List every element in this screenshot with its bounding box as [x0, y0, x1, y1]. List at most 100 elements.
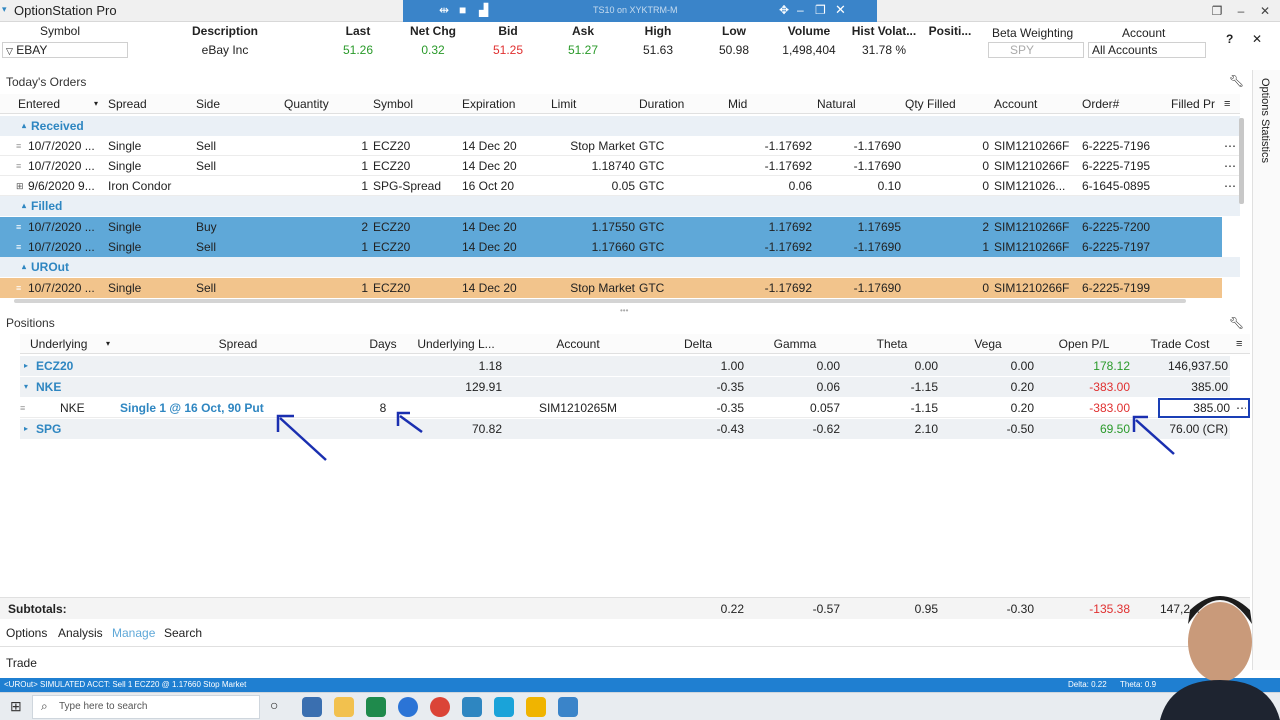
side-tab-options-statistics[interactable]: Options Statistics: [1259, 78, 1271, 163]
splitter-handle[interactable]: •••: [620, 306, 628, 315]
browser-icon[interactable]: [398, 697, 418, 717]
table-row[interactable]: ≡ 10/7/2020 ... Single Sell 1 ECZ20 14 D…: [0, 237, 1222, 257]
cell-delta: -0.35: [716, 401, 744, 415]
taskbar-search[interactable]: ⌕ Type here to search: [32, 695, 260, 719]
tab-analysis[interactable]: Analysis: [58, 626, 103, 640]
positions-settings-icon[interactable]: 🔧︎: [1229, 316, 1244, 330]
positions-col-underlying-last[interactable]: Underlying L...: [406, 334, 506, 354]
positions-col-open-pl[interactable]: Open P/L: [1036, 334, 1132, 354]
app-menu-icon[interactable]: ▾: [2, 4, 7, 15]
positions-col-account[interactable]: Account: [506, 334, 650, 354]
minimize-icon[interactable]: –: [797, 3, 804, 17]
positions-col-theta[interactable]: Theta: [844, 334, 940, 354]
expand-icon[interactable]: ▸: [24, 419, 32, 439]
positions-col-gamma[interactable]: Gamma: [746, 334, 844, 354]
symbol-dropdown-icon[interactable]: ▽: [6, 46, 13, 56]
position-row-ecz20[interactable]: ▸ ECZ20 1.18 1.00 0.00 0.00 0.00 178.12 …: [20, 356, 1230, 376]
window-minimize-icon[interactable]: –: [1232, 2, 1250, 20]
table-row[interactable]: ≡ 10/7/2020 ... Single Sell 1 ECZ20 14 D…: [0, 136, 1240, 156]
cell-underlying-last: 129.91: [465, 380, 502, 394]
restore-icon[interactable]: ❐: [815, 3, 826, 17]
group-received[interactable]: ▴ Received: [0, 116, 1240, 136]
table-row[interactable]: ≡ 10/7/2020 ... Single Sell 1 ECZ20 14 D…: [0, 156, 1240, 176]
symbol-input[interactable]: ▽ EBAY: [2, 42, 128, 58]
table-row[interactable]: ⊞ 9/6/2020 9... Iron Condor 1 SPG-Spread…: [0, 176, 1240, 196]
windows-start-icon[interactable]: ⊞: [10, 698, 22, 715]
orders-col-order[interactable]: Order#: [1082, 94, 1162, 114]
row-more-icon[interactable]: ⋯: [1224, 156, 1236, 176]
positions-col-delta[interactable]: Delta: [650, 334, 746, 354]
close-panel-icon[interactable]: ✕: [1252, 32, 1262, 46]
positions-col-days[interactable]: Days: [360, 334, 406, 354]
account-select[interactable]: All Accounts: [1088, 42, 1206, 58]
orders-col-side[interactable]: Side: [196, 94, 276, 114]
lock-icon[interactable]: ■: [459, 3, 466, 17]
positions-col-spread[interactable]: Spread: [116, 334, 360, 354]
tab-manage[interactable]: Manage: [112, 626, 155, 640]
orders-col-entered[interactable]: Entered: [18, 94, 88, 114]
position-leg-row[interactable]: ≡ NKE Single 1 @ 16 Oct, 90 Put 8 SIM121…: [20, 398, 1250, 418]
row-more-icon[interactable]: ⋯: [1236, 398, 1246, 418]
trade-label[interactable]: Trade: [6, 656, 37, 670]
orders-grid: Entered ▾ Spread Side Quantity Symbol Ex…: [0, 94, 1240, 304]
chrome-icon[interactable]: [430, 697, 450, 717]
subtotals-label: Subtotals:: [8, 602, 67, 616]
orders-col-symbol[interactable]: Symbol: [373, 94, 453, 114]
orders-col-duration[interactable]: Duration: [639, 94, 719, 114]
orders-col-qty-filled[interactable]: Qty Filled: [905, 94, 985, 114]
file-explorer-icon[interactable]: [334, 697, 354, 717]
optionstation-icon[interactable]: [558, 697, 578, 717]
group-filled[interactable]: ▴ Filled: [0, 196, 1240, 216]
orders-col-limit[interactable]: Limit: [551, 94, 631, 114]
sort-icon[interactable]: ▾: [106, 334, 116, 354]
cell-gamma: 0.057: [809, 401, 840, 415]
window-close-icon[interactable]: ✕: [1256, 2, 1274, 20]
quote-panel: Symbol Description Last Net Chg Bid Ask …: [0, 22, 1280, 66]
row-expand-icon[interactable]: ⊞: [16, 176, 24, 196]
link-icon[interactable]: ⇹: [439, 3, 449, 17]
signal-icon[interactable]: ▟: [479, 3, 488, 17]
tradestation-icon[interactable]: [462, 697, 482, 717]
store-icon[interactable]: [366, 697, 386, 717]
pin-icon[interactable]: ✥: [779, 3, 789, 17]
orders-col-spread[interactable]: Spread: [108, 94, 188, 114]
orders-col-quantity[interactable]: Quantity: [284, 94, 364, 114]
positions-col-trade-cost[interactable]: Trade Cost: [1132, 334, 1228, 354]
row-more-icon[interactable]: ⋯: [1224, 176, 1236, 196]
edge-icon[interactable]: [302, 697, 322, 717]
app-icon[interactable]: [526, 697, 546, 717]
row-more-icon[interactable]: ⋯: [1224, 136, 1236, 156]
sort-icon[interactable]: ▾: [94, 94, 104, 114]
position-row-spg[interactable]: ▸ SPG 70.82 -0.43 -0.62 2.10 -0.50 69.50…: [20, 419, 1230, 439]
close-icon[interactable]: ✕: [835, 2, 846, 18]
group-urout[interactable]: ▴ UROut: [0, 257, 1240, 277]
quote-header-netchg: Net Chg: [410, 24, 456, 38]
tab-search[interactable]: Search: [164, 626, 202, 640]
table-row[interactable]: ≡ 10/7/2020 ... Single Sell 1 ECZ20 14 D…: [0, 278, 1222, 298]
orders-col-account[interactable]: Account: [994, 94, 1074, 114]
orders-settings-icon[interactable]: 🔧︎: [1229, 74, 1244, 88]
orders-col-expiration[interactable]: Expiration: [462, 94, 542, 114]
cell-open-pl: -383.00: [1089, 380, 1130, 394]
orders-col-filled-price[interactable]: Filled Pr: [1171, 94, 1221, 114]
task-view-icon[interactable]: ○: [270, 697, 278, 713]
positions-grid: Underlying ▾ Spread Days Underlying L...…: [0, 334, 1250, 442]
tradestation-app-icon[interactable]: [494, 697, 514, 717]
table-row[interactable]: ≡ 10/7/2020 ... Single Buy 2 ECZ20 14 De…: [0, 217, 1222, 237]
collapse-icon[interactable]: ▾: [24, 377, 32, 397]
column-chooser-icon[interactable]: ≡: [1236, 334, 1248, 354]
help-icon[interactable]: ?: [1226, 32, 1233, 46]
position-row-nke[interactable]: ▾ NKE 129.91 -0.35 0.06 -1.15 0.20 -383.…: [20, 377, 1230, 397]
beta-weighting-input[interactable]: SPY: [988, 42, 1084, 58]
column-chooser-icon[interactable]: ≡: [1224, 94, 1236, 114]
orders-v-scrollbar[interactable]: [1239, 118, 1244, 204]
orders-col-natural[interactable]: Natural: [817, 94, 897, 114]
orders-h-scrollbar[interactable]: [14, 299, 1186, 303]
window-restore-icon[interactable]: ❐: [1208, 2, 1226, 20]
positions-col-vega[interactable]: Vega: [940, 334, 1036, 354]
orders-col-mid[interactable]: Mid: [728, 94, 808, 114]
cell-expiration: 14 Dec 20: [462, 220, 517, 234]
tab-options[interactable]: Options: [6, 626, 47, 640]
positions-col-underlying[interactable]: Underlying: [30, 334, 110, 354]
expand-icon[interactable]: ▸: [24, 356, 32, 376]
